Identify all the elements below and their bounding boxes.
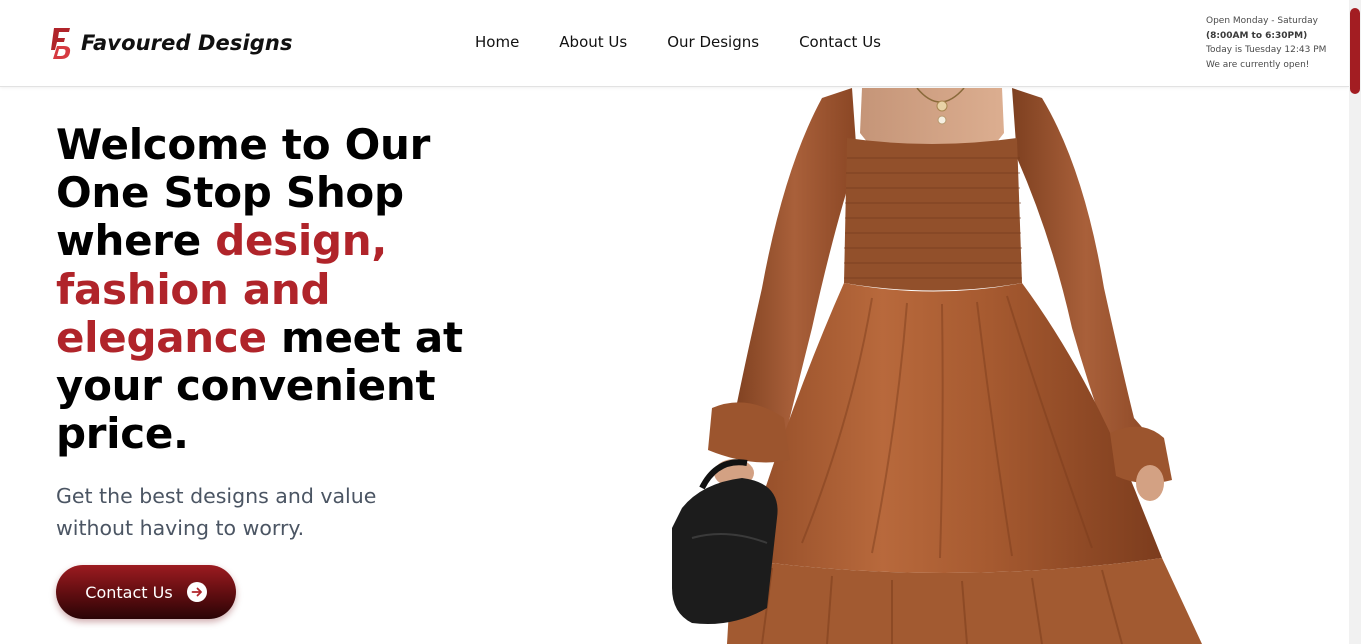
nav-home[interactable]: Home <box>475 33 519 51</box>
page-scrollbar[interactable] <box>1349 0 1361 644</box>
main-nav: Home About Us Our Designs Contact Us <box>475 33 921 51</box>
hero-subtitle: Get the best designs and value without h… <box>56 484 377 540</box>
hero-title: Welcome to Our One Stop Shop where desig… <box>56 120 496 458</box>
scrollbar-thumb[interactable] <box>1350 8 1360 94</box>
fd-logo-icon <box>51 28 71 59</box>
hours-days: Open Monday - Saturday <box>1206 16 1318 26</box>
opening-hours: Open Monday - Saturday (8:00AM to 6:30PM… <box>1206 14 1326 72</box>
contact-us-label: Contact Us <box>85 582 173 602</box>
hero-dress-image <box>672 88 1202 644</box>
nav-our-designs[interactable]: Our Designs <box>667 33 759 51</box>
nav-about-us[interactable]: About Us <box>559 33 627 51</box>
contact-us-button[interactable]: Contact Us <box>56 565 236 619</box>
arrow-right-circle-icon <box>186 582 207 602</box>
hours-time: (8:00AM to 6:30PM) <box>1206 30 1308 41</box>
hours-status: We are currently open! <box>1206 59 1310 70</box>
nav-contact-us[interactable]: Contact Us <box>799 33 881 51</box>
site-header: Favoured Designs Home About Us Our Desig… <box>0 0 1349 87</box>
brand-logo[interactable]: Favoured Designs <box>50 26 293 60</box>
hours-today: Today is Tuesday 12:43 PM <box>1206 45 1327 55</box>
brand-name: Favoured Designs <box>81 31 293 55</box>
